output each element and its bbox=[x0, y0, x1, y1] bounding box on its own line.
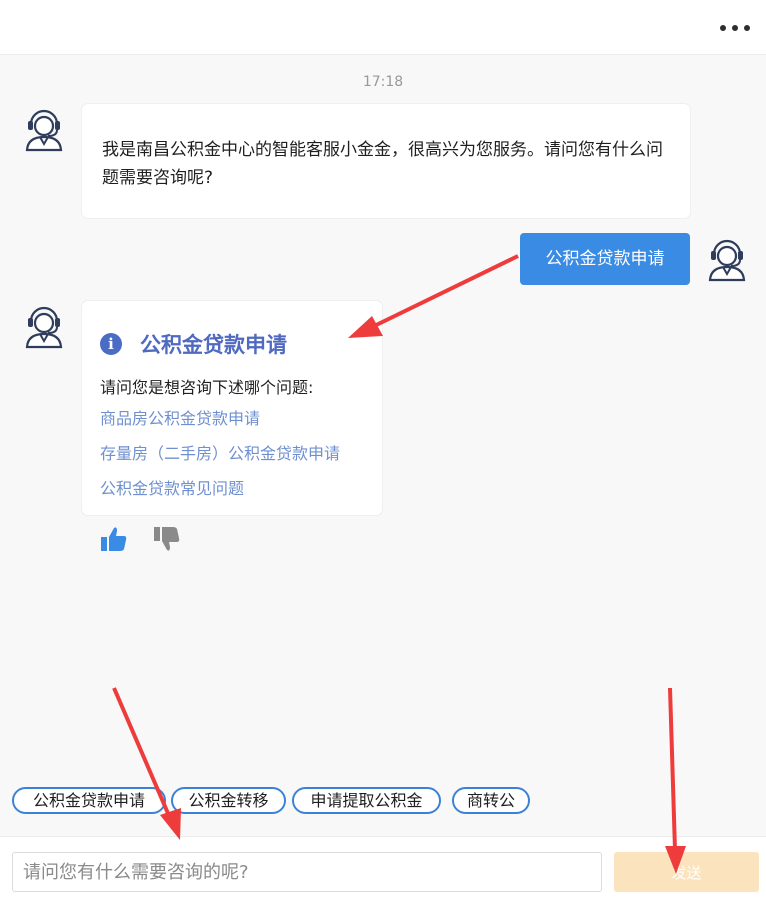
dot bbox=[720, 25, 726, 31]
dot bbox=[732, 25, 738, 31]
info-icon: i bbox=[100, 333, 122, 355]
option-link-loan-faq[interactable]: 公积金贷款常见问题 bbox=[100, 475, 244, 499]
agent-avatar-icon bbox=[25, 109, 63, 152]
more-options-icon[interactable] bbox=[720, 16, 750, 40]
message-input[interactable] bbox=[12, 852, 602, 892]
reply-prompt: 请问您是想咨询下述哪个问题: bbox=[100, 378, 314, 397]
quick-reply-loan-apply[interactable]: 公积金贷款申请 bbox=[12, 787, 166, 814]
welcome-text: 我是南昌公积金中心的智能客服小金金，很高兴为您服务。请问您有什么问题需要咨询呢? bbox=[102, 140, 663, 188]
thumbs-down-icon[interactable] bbox=[152, 524, 182, 554]
thumbs-up-icon[interactable] bbox=[99, 524, 129, 554]
send-button[interactable]: 发送 bbox=[614, 852, 759, 892]
quick-reply-commercial-to-provident[interactable]: 商转公 bbox=[452, 787, 530, 814]
option-link-new-house-loan[interactable]: 商品房公积金贷款申请 bbox=[100, 405, 260, 429]
reply-title: 公积金贷款申请 bbox=[140, 333, 287, 357]
dot bbox=[744, 25, 750, 31]
top-bar bbox=[0, 0, 766, 55]
option-link-second-hand-loan[interactable]: 存量房（二手房）公积金贷款申请 bbox=[100, 440, 340, 464]
user-message: 公积金贷款申请 bbox=[520, 233, 690, 285]
agent-avatar-icon bbox=[25, 306, 63, 349]
quick-reply-withdraw[interactable]: 申请提取公积金 bbox=[292, 787, 441, 814]
reply-card: i 公积金贷款申请 请问您是想咨询下述哪个问题: 商品房公积金贷款申请 存量房（… bbox=[82, 301, 382, 515]
welcome-message: 我是南昌公积金中心的智能客服小金金，很高兴为您服务。请问您有什么问题需要咨询呢? bbox=[82, 104, 690, 218]
quick-reply-transfer[interactable]: 公积金转移 bbox=[171, 787, 286, 814]
composer: 发送 bbox=[0, 836, 766, 903]
user-avatar-icon bbox=[708, 239, 746, 282]
message-timestamp: 17:18 bbox=[362, 74, 404, 90]
reply-header: i 公积金贷款申请 bbox=[100, 329, 287, 359]
